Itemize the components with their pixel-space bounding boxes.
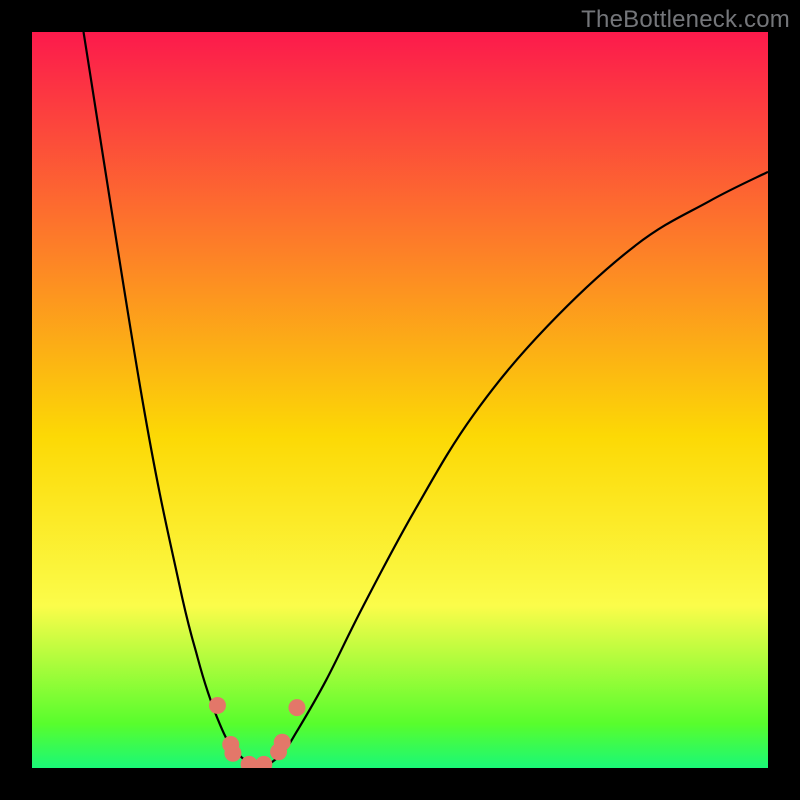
data-marker	[288, 699, 305, 716]
data-marker	[224, 745, 241, 762]
data-marker	[209, 697, 226, 714]
data-marker	[274, 734, 291, 751]
chart-container: TheBottleneck.com	[0, 0, 800, 800]
bottleneck-chart	[32, 32, 768, 768]
attribution-watermark: TheBottleneck.com	[581, 6, 790, 34]
